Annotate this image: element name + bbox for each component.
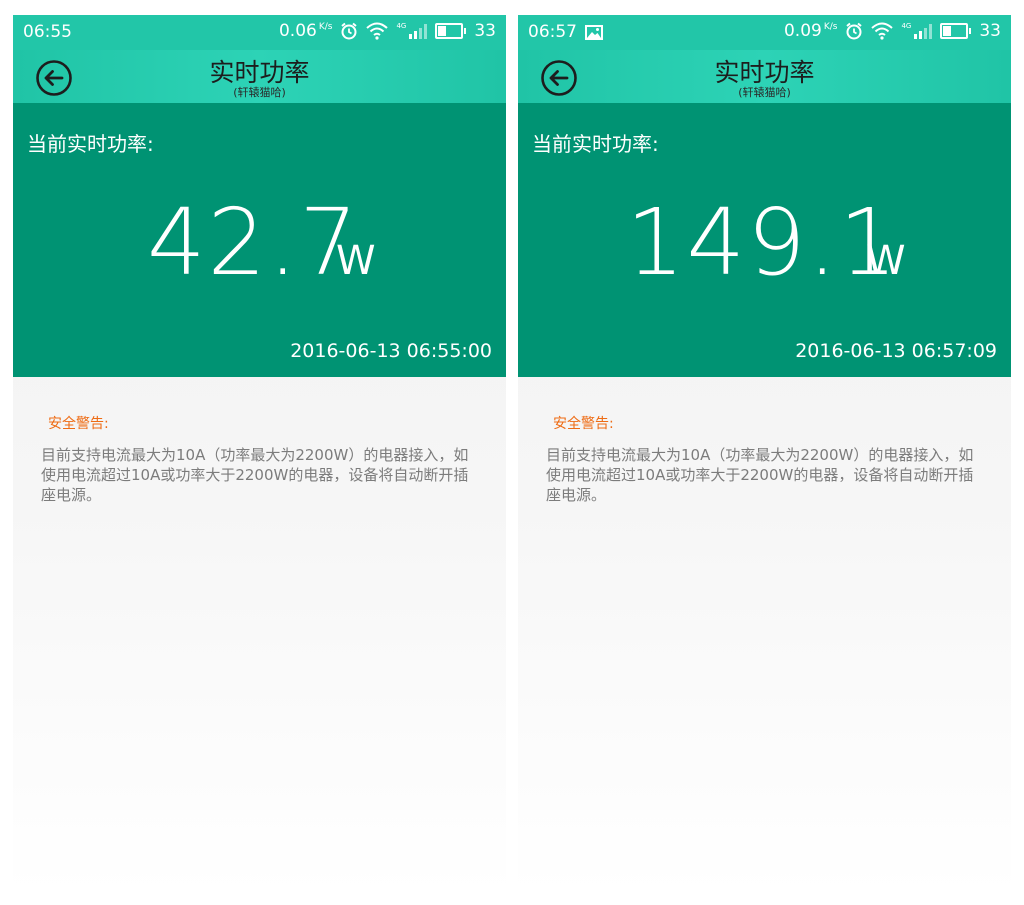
network-speed-value: 0.09	[783, 21, 822, 41]
power-label: 当前实时功率:	[532, 132, 659, 156]
power-value: 149.1	[626, 189, 900, 296]
phone-screen-right: 06:57 0.09 K/s 4G 33 实时功率 (轩辕猫哈) 当前实时功率:…	[518, 15, 1011, 895]
cellular-4g-icon: 4G	[396, 23, 428, 39]
power-reading: 42.7 W	[13, 193, 506, 293]
alarm-icon	[846, 22, 863, 40]
battery-icon	[435, 23, 467, 39]
wifi-icon	[871, 22, 894, 40]
power-timestamp: 2016-06-13 06:57:09	[795, 340, 997, 362]
warning-title: 安全警告:	[48, 416, 109, 432]
network-speed: 0.06 K/s	[279, 21, 332, 41]
power-panel: 当前实时功率: 42.7 W 2016-06-13 06:55:00	[13, 103, 506, 377]
power-label: 当前实时功率:	[27, 132, 154, 156]
phone-screen-left: 06:55 0.06 K/s 4G 33 实时功率 (轩辕猫哈) 当前实时功率:…	[13, 15, 506, 895]
warning-text: 目前支持电流最大为10A（功率最大为2200W）的电器接入，如使用电流超过10A…	[546, 446, 974, 504]
page-subtitle: (轩辕猫哈)	[738, 86, 791, 99]
power-unit: W	[866, 238, 906, 284]
network-speed: 0.09 K/s	[784, 21, 837, 41]
alarm-icon	[341, 22, 358, 40]
network-speed-value: 0.06	[278, 21, 317, 41]
title-bar: 实时功率 (轩辕猫哈)	[13, 50, 506, 103]
status-bar: 06:55 0.06 K/s 4G 33	[13, 15, 506, 50]
wifi-icon	[366, 22, 389, 40]
network-speed-unit: K/s	[318, 22, 333, 32]
status-icons: 0.09 K/s 4G 33	[784, 21, 1001, 41]
status-bar: 06:57 0.09 K/s 4G 33	[518, 15, 1011, 50]
battery-icon	[940, 23, 972, 39]
power-unit: W	[336, 238, 376, 284]
cellular-4g-icon: 4G	[901, 23, 933, 39]
warning-text: 目前支持电流最大为10A（功率最大为2200W）的电器接入，如使用电流超过10A…	[41, 446, 469, 504]
battery-level: 33	[979, 21, 1001, 41]
power-panel: 当前实时功率: 149.1 W 2016-06-13 06:57:09	[518, 103, 1011, 377]
status-time: 06:55	[23, 22, 72, 42]
status-icons: 0.06 K/s 4G 33	[279, 21, 496, 41]
page-subtitle: (轩辕猫哈)	[233, 86, 286, 99]
battery-level: 33	[474, 21, 496, 41]
network-speed-unit: K/s	[823, 22, 838, 32]
image-notification-icon	[585, 25, 603, 40]
status-time: 06:57	[528, 22, 577, 42]
power-timestamp: 2016-06-13 06:55:00	[290, 340, 492, 362]
title-bar: 实时功率 (轩辕猫哈)	[518, 50, 1011, 103]
power-value: 42.7	[147, 189, 360, 296]
warning-title: 安全警告:	[553, 416, 614, 432]
power-reading: 149.1 W	[518, 193, 1011, 293]
